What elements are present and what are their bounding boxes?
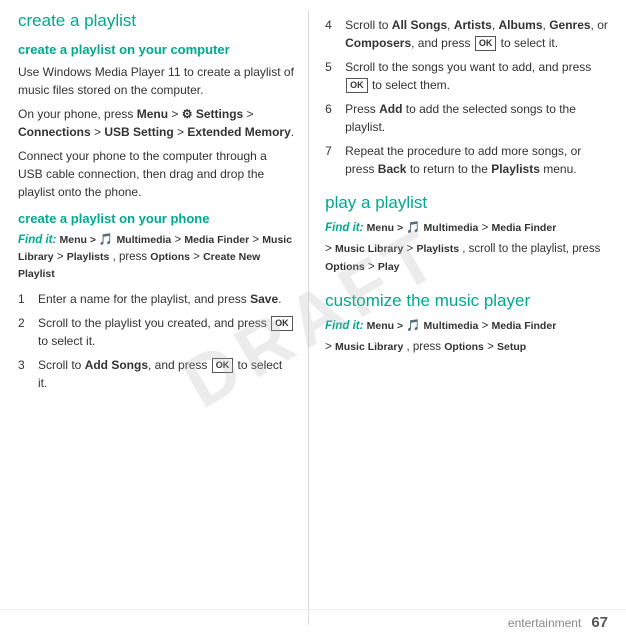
list-item: 5 Scroll to the songs you want to add, a… (325, 58, 608, 94)
phone-find-it: Find it: Menu > 🎵 Multimedia > Media Fin… (18, 232, 294, 284)
computer-body3: Connect your phone to the computer throu… (18, 147, 294, 201)
computer-body2: On your phone, press Menu > ⚙ Settings >… (18, 105, 294, 141)
customize-find-it: Find it: Menu > 🎵 Multimedia > Media Fin… (325, 318, 608, 335)
main-title: create a playlist (18, 10, 294, 32)
find-it-label: Find it: (18, 234, 56, 246)
phone-steps: 1 Enter a name for the playlist, and pre… (18, 290, 294, 392)
computer-body1: Use Windows Media Player 11 to create a … (18, 63, 294, 99)
footer-section-label: entertainment (508, 616, 581, 630)
left-column: create a playlist create a playlist on y… (18, 10, 309, 625)
footer-bar: entertainment 67 (0, 609, 626, 635)
footer-page-number: 67 (591, 614, 608, 631)
customize-find-it-2: > Music Library , press Options > Setup (325, 339, 608, 356)
list-item: 3 Scroll to Add Songs, and press OK to s… (18, 356, 294, 392)
list-item: 7 Repeat the procedure to add more songs… (325, 142, 608, 178)
right-steps: 4 Scroll to All Songs, Artists, Albums, … (325, 16, 608, 178)
list-item: 2 Scroll to the playlist you created, an… (18, 314, 294, 350)
list-item: 4 Scroll to All Songs, Artists, Albums, … (325, 16, 608, 52)
play-find-it-2: > Music Library > Playlists , scroll to … (325, 241, 608, 276)
right-column: 4 Scroll to All Songs, Artists, Albums, … (309, 10, 608, 625)
computer-section-title: create a playlist on your computer (18, 42, 294, 59)
list-item: 1 Enter a name for the playlist, and pre… (18, 290, 294, 308)
play-find-it: Find it: Menu > 🎵 Multimedia > Media Fin… (325, 220, 608, 237)
phone-section-title: create a playlist on your phone (18, 211, 294, 228)
play-section-title: play a playlist (325, 192, 608, 214)
list-item: 6 Press Add to add the selected songs to… (325, 100, 608, 136)
customize-section-title: customize the music player (325, 290, 608, 312)
page-container: create a playlist create a playlist on y… (0, 0, 626, 635)
